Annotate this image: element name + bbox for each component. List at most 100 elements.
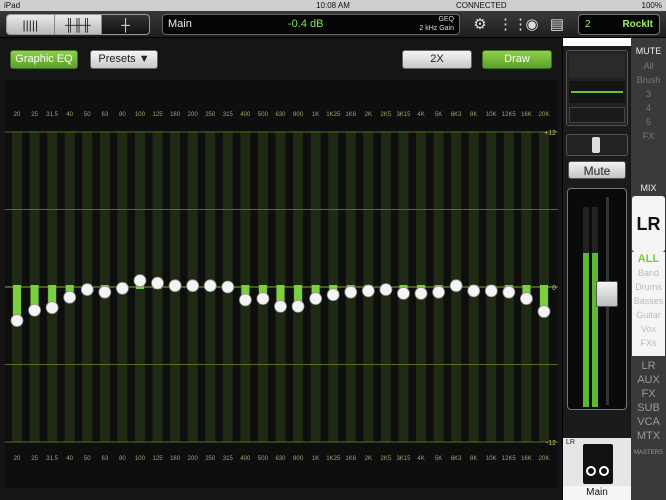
scene-selector[interactable]: 2 RockIt (578, 14, 660, 35)
eq-band-label-top: 160 (170, 112, 181, 118)
eq-band-knob[interactable] (291, 299, 305, 313)
eq-band-knob[interactable] (221, 280, 235, 294)
mix-filter-band[interactable]: Band (632, 266, 665, 280)
battery-level: 100% (641, 1, 662, 10)
eq-band-label-bottom: 20 (14, 456, 21, 462)
eq-band-knob[interactable] (186, 279, 200, 293)
mute-group-fx[interactable]: FX (633, 130, 664, 143)
mix-filter-guitar[interactable]: Guitar (632, 308, 665, 322)
eq-band-label-top: 200 (188, 112, 199, 118)
nav-mtx[interactable]: MTX (631, 430, 666, 442)
mix-filter-drums[interactable]: Drums (632, 280, 665, 294)
eq-band-knob[interactable] (168, 279, 182, 293)
eq-band-label-top: 630 (275, 112, 286, 118)
draw-button[interactable]: Draw (482, 50, 552, 69)
eq-band-knob[interactable] (344, 285, 358, 299)
nav-lr[interactable]: LR (631, 360, 666, 372)
gear-icon[interactable]: ⚙ (471, 16, 489, 34)
eq-band-knob[interactable] (63, 290, 77, 304)
eq-band-label-bottom: 12K5 (502, 456, 517, 462)
fader-knob[interactable] (596, 281, 618, 307)
eq-band-knob[interactable] (98, 285, 112, 299)
layout-icon[interactable]: ▤ (548, 16, 566, 34)
graphic-eq-button[interactable]: Graphic EQ (10, 50, 78, 69)
eq-band-knob[interactable] (116, 281, 129, 295)
eq-band-knob[interactable] (361, 284, 375, 298)
eq-band-label-top: 12K5 (502, 112, 517, 118)
mix-filter-fxs[interactable]: FXs (632, 336, 665, 350)
mixer-view-icon[interactable]: ||||| (7, 15, 55, 34)
eq-band-knob[interactable] (449, 279, 463, 293)
mute-group-3[interactable]: 3 (633, 88, 664, 101)
nav-fx[interactable]: FX (631, 388, 666, 400)
eq-band-label-top: 100 (135, 112, 146, 118)
mute-group-4[interactable]: 4 (633, 102, 664, 115)
nav-masters[interactable]: MASTERS (631, 450, 666, 456)
view-switcher[interactable]: ||||| ╫╫╫ ┼ (6, 14, 150, 35)
eq-band-knob[interactable] (537, 305, 551, 318)
eq-band-knob[interactable] (203, 279, 217, 293)
eq-band-knob[interactable] (80, 283, 94, 296)
eq-band-label-bottom: 40 (66, 456, 73, 462)
eq-band-knob[interactable] (238, 293, 252, 307)
graphic-eq-panel[interactable]: +12 -12 0 20 20 25 25 31.5 31.5 40 40 50 50 63 63 80 80 1… (5, 80, 558, 488)
eq-band-label-bottom: 2K (365, 456, 372, 462)
mute-group-5[interactable]: 5 (633, 116, 664, 129)
mute-button[interactable]: Mute (568, 161, 626, 179)
eq-band-knob[interactable] (414, 287, 428, 300)
nav-sub[interactable]: SUB (631, 402, 666, 414)
eq-band-knob[interactable] (28, 303, 41, 317)
zoom-2x-button[interactable]: 2X (402, 50, 472, 69)
presets-button[interactable]: Presets ▼ (90, 50, 158, 69)
nav-aux[interactable]: AUX (631, 374, 666, 386)
eq-band-knob[interactable] (484, 284, 498, 298)
mix-filter-basses[interactable]: Basses (632, 294, 665, 308)
eq-band-knob[interactable] (326, 288, 340, 302)
eq-band-knob[interactable] (10, 314, 24, 327)
pan-knob[interactable] (592, 137, 600, 153)
eq-band-knob[interactable] (432, 285, 446, 299)
eq-band-knob[interactable] (151, 276, 164, 290)
mute-group-all[interactable]: All (633, 60, 664, 73)
fader-meter[interactable] (567, 188, 627, 410)
eq-band-knob[interactable] (309, 292, 323, 306)
app-root: { "status": {"device":"iPad","time":"10:… (0, 0, 666, 500)
eq-band-label-bottom: 80 (119, 456, 126, 462)
mix-filter-list: ALL Band Drums Basses Guitar Vox FXs (632, 252, 665, 356)
eq-band-knob[interactable] (520, 292, 533, 306)
graphic-eq-sliders[interactable]: +12 -12 0 20 20 25 25 31.5 31.5 40 40 50 50 63 63 80 80 1… (5, 80, 558, 488)
fader-view-icon[interactable]: ╫╫╫ (55, 15, 103, 34)
eq-band-label-top: 400 (240, 112, 251, 118)
eq-scale-bottom: -12 (546, 440, 556, 447)
nav-vca[interactable]: VCA (631, 416, 666, 428)
parameter-type: GEQ (438, 16, 454, 23)
eq-band-label-top: 50 (84, 112, 91, 118)
single-channel-view-icon[interactable]: ┼ (102, 15, 149, 34)
eq-band-knob[interactable] (45, 301, 59, 315)
eq-band-label-top: 250 (205, 112, 216, 118)
eq-band-knob[interactable] (133, 274, 147, 287)
main-mix-selector[interactable]: LR Main (563, 438, 631, 500)
mix-filter-vox[interactable]: Vox (632, 322, 665, 336)
eq-band-label-bottom: 31.5 (46, 456, 58, 462)
eq-band-knob[interactable] (274, 299, 287, 313)
eq-band-knob[interactable] (379, 283, 393, 296)
eq-band-knob[interactable] (256, 292, 270, 306)
eq-band-label-top: 1K (312, 112, 319, 118)
eq-band-label-bottom: 200 (188, 456, 199, 462)
mute-groups-title: MUTE (635, 46, 662, 56)
routing-icon[interactable]: ⋮⋮ (498, 16, 528, 34)
mix-selected[interactable]: LR (632, 196, 665, 252)
record-icon[interactable]: ◉ (523, 16, 541, 34)
eq-band-label-bottom: 6K3 (451, 456, 462, 462)
eq-band-knob[interactable] (397, 287, 410, 300)
eq-band-label-top: 31.5 (46, 112, 58, 118)
eq-thumbnail[interactable] (566, 50, 628, 126)
eq-band-knob[interactable] (467, 284, 481, 298)
eq-band-knob[interactable] (502, 285, 516, 299)
pan-control[interactable] (566, 134, 628, 156)
eq-band-label-bottom: 1K6 (345, 456, 356, 462)
eq-band-label-top: 80 (119, 112, 126, 118)
mix-filter-all[interactable]: ALL (632, 252, 665, 266)
mute-group-brush[interactable]: Brush (633, 74, 664, 87)
